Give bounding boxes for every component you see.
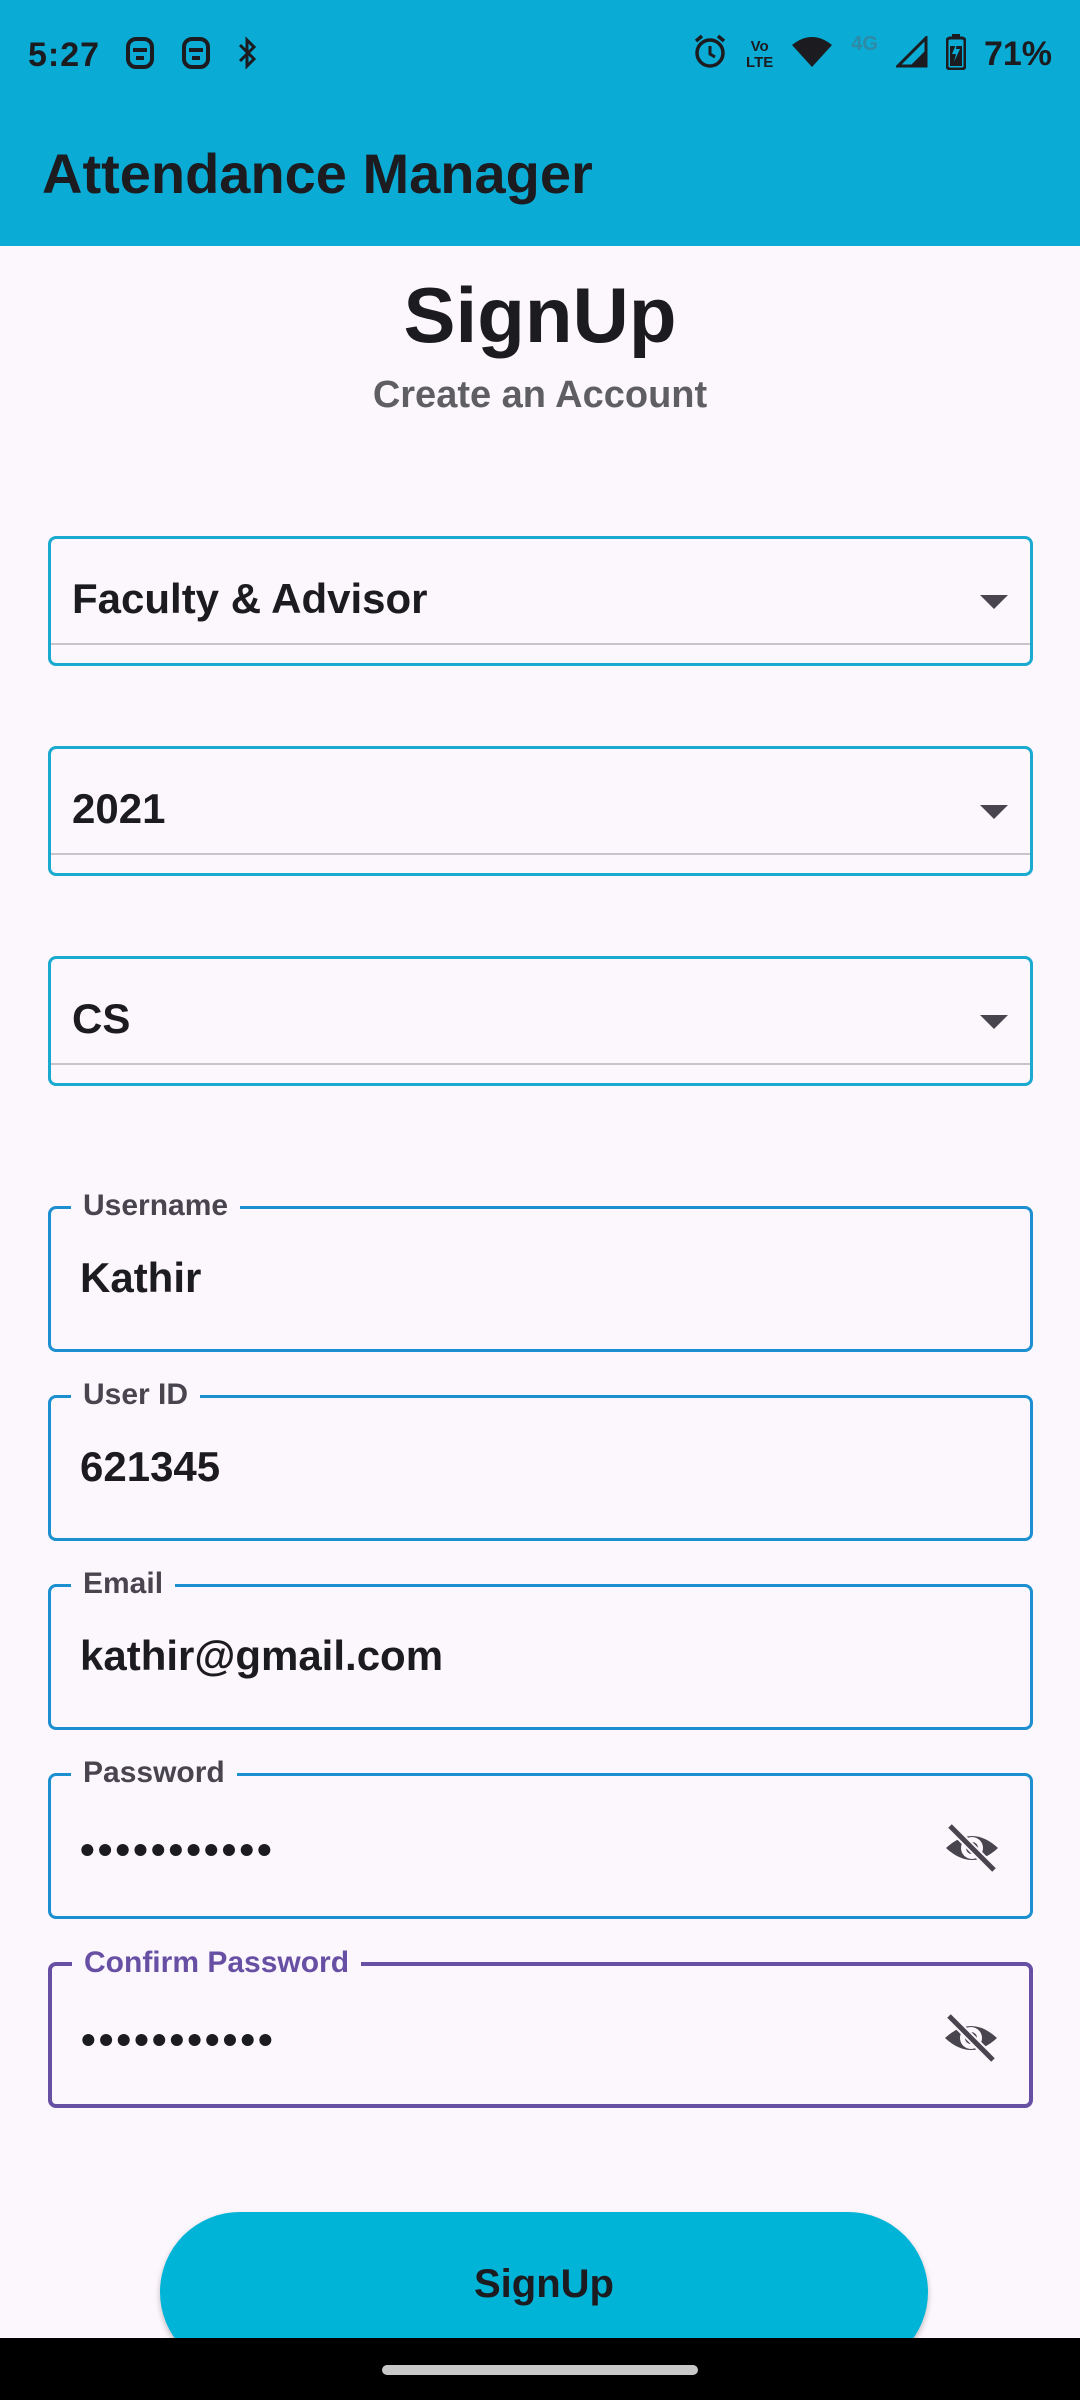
username-label: Username [71,1187,241,1225]
role-dropdown-value: Faculty & Advisor [72,575,428,622]
year-dropdown[interactable]: 2021 [48,746,1033,876]
notification-icon [181,36,211,75]
lte-label: LTE [746,53,774,71]
dropdown-arrow-icon [980,805,1008,819]
dropdown-arrow-icon [980,1015,1008,1029]
status-time: 5:27 [28,36,101,74]
status-bar: 5:27 Vo LTE 4G 71% [0,0,1080,115]
username-field[interactable]: Username Kathir [48,1187,1033,1352]
department-dropdown[interactable]: CS [48,956,1033,1086]
year-dropdown-value: 2021 [72,785,166,832]
role-dropdown[interactable]: Faculty & Advisor [48,536,1033,666]
status-left-icons [125,36,259,75]
page-title: SignUp [403,271,677,359]
dropdown-arrow-icon [980,595,1008,609]
email-label: Email [71,1565,176,1603]
confirm-password-field[interactable]: Confirm Password ••••••••••• [48,1944,1033,2108]
dropdown-underline [51,853,1030,855]
eye-off-icon[interactable] [942,1818,1002,1878]
volte-label: Vo [750,37,769,55]
bluetooth-icon [237,36,259,75]
department-dropdown-value: CS [72,995,131,1042]
eye-off-icon[interactable] [941,2008,1001,2068]
user-id-field[interactable]: User ID 621345 [48,1376,1033,1541]
status-right-icons: Vo LTE 4G 71% [692,33,1052,75]
battery-icon [945,34,967,75]
signal-icon [894,34,928,73]
password-label: Password [71,1754,237,1792]
app-bar: Attendance Manager [0,115,1080,246]
user-id-value: 621345 [80,1443,221,1490]
password-field[interactable]: Password ••••••••••• [48,1754,1033,1919]
home-gesture-handle[interactable] [382,2365,698,2375]
battery-percent: 71% [983,35,1052,73]
dropdown-underline [51,1063,1030,1065]
volte-icon: Vo LTE [746,37,774,71]
email-value: kathir@gmail.com [80,1632,444,1679]
network-type-label: 4G [851,33,878,55]
wifi-icon [791,35,833,74]
notification-icon [125,36,155,75]
password-value: ••••••••••• [80,1826,275,1873]
signup-button-label: SignUp [474,2262,614,2306]
dropdown-underline [51,643,1030,645]
app-title: Attendance Manager [42,142,593,205]
confirm-password-label: Confirm Password [72,1944,362,1982]
alarm-icon [692,34,728,75]
username-value: Kathir [80,1254,202,1301]
user-id-label: User ID [71,1376,201,1414]
page-subtitle: Create an Account [372,374,708,416]
navigation-bar [0,2338,1080,2400]
confirm-password-value: ••••••••••• [81,2016,276,2063]
email-field[interactable]: Email kathir@gmail.com [48,1565,1033,1730]
